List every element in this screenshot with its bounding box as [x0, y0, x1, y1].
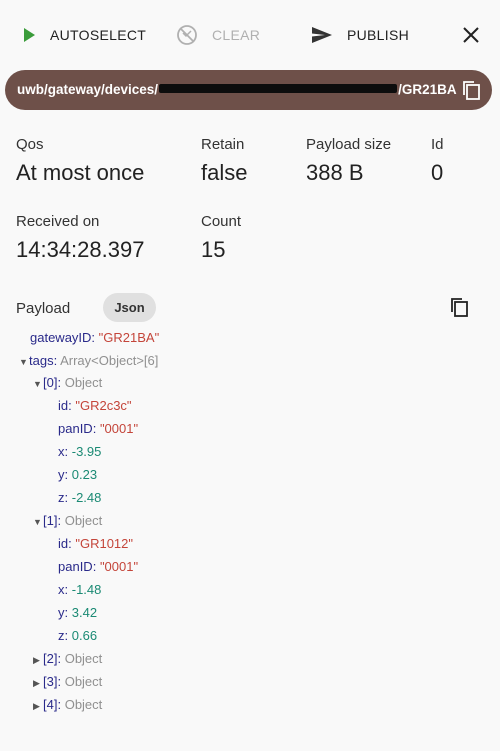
- key-tags: tags:: [29, 353, 58, 368]
- tree-row: x: -3.95: [58, 443, 101, 461]
- send-icon: [312, 27, 332, 43]
- tree-row-item-1[interactable]: ▼[1]: Object: [33, 512, 102, 530]
- redacted-segment: [159, 83, 398, 93]
- key-z: z:: [58, 628, 69, 643]
- key-id: id:: [58, 398, 72, 413]
- payload-size-label: Payload size: [306, 136, 392, 153]
- autoselect-button[interactable]: AUTOSELECT: [22, 22, 146, 48]
- key-item-4: [4]:: [43, 697, 62, 712]
- expanded-caret-icon: ▼: [19, 357, 28, 367]
- tree-row: panID: "0001": [58, 558, 138, 576]
- value-y: 3.42: [71, 605, 98, 620]
- meta-item-4: Object: [64, 697, 103, 712]
- value-panid: "0001": [99, 421, 139, 436]
- value-id: "GR2c3c": [75, 398, 132, 413]
- tree-row: x: -1.48: [58, 581, 101, 599]
- tree-row: panID: "0001": [58, 420, 138, 438]
- clear-icon: [177, 25, 197, 45]
- collapsed-caret-icon: ▶: [33, 655, 40, 665]
- copy-payload-icon[interactable]: [448, 296, 470, 318]
- received-on-label: Received on: [16, 213, 100, 230]
- publish-button[interactable]: PUBLISH: [311, 22, 409, 48]
- tree-row-gatewayid: gatewayID: "GR21BA": [30, 329, 159, 347]
- copy-topic-icon[interactable]: [460, 79, 482, 101]
- value-y: 0.23: [71, 467, 98, 482]
- value-z: -2.48: [71, 490, 102, 505]
- meta-item-2: Object: [64, 651, 103, 666]
- collapsed-caret-icon: ▶: [33, 701, 40, 711]
- tree-row: y: 3.42: [58, 604, 97, 622]
- key-y: y:: [58, 605, 69, 620]
- key-x: x:: [58, 444, 69, 459]
- play-icon: [24, 28, 35, 42]
- value-x: -3.95: [71, 444, 102, 459]
- count-value: 15: [201, 237, 226, 262]
- close-icon[interactable]: [460, 24, 482, 46]
- tree-row-item-0[interactable]: ▼[0]: Object: [33, 374, 102, 392]
- expanded-caret-icon: ▼: [33, 517, 42, 527]
- id-value: 0: [431, 160, 444, 185]
- tree-row: y: 0.23: [58, 466, 97, 484]
- value-panid: "0001": [99, 559, 139, 574]
- payload-size-value: 388 B: [306, 160, 364, 185]
- clear-button[interactable]: CLEAR: [176, 22, 260, 48]
- payload-label: Payload: [16, 300, 71, 317]
- topic-suffix: /GR21BA: [398, 82, 457, 97]
- key-y: y:: [58, 467, 69, 482]
- collapsed-caret-icon: ▶: [33, 678, 40, 688]
- key-gatewayid: gatewayID:: [30, 330, 96, 345]
- json-format-chip[interactable]: Json: [103, 293, 156, 322]
- key-item-3: [3]:: [43, 674, 62, 689]
- count-label: Count: [201, 213, 242, 230]
- id-label: Id: [431, 136, 444, 153]
- expanded-caret-icon: ▼: [33, 379, 42, 389]
- tree-row: id: "GR2c3c": [58, 397, 132, 415]
- tree-row: z: -2.48: [58, 489, 101, 507]
- publish-label: PUBLISH: [347, 27, 410, 43]
- retain-value: false: [201, 160, 248, 185]
- value-z: 0.66: [71, 628, 98, 643]
- value-id: "GR1012": [75, 536, 134, 551]
- key-panid: panID:: [58, 559, 97, 574]
- tree-row-item-3[interactable]: ▶ [3]: Object: [33, 673, 102, 691]
- meta-tags: Array<Object>[6]: [60, 353, 159, 368]
- tree-row-item-4[interactable]: ▶ [4]: Object: [33, 696, 102, 714]
- clear-label: CLEAR: [212, 27, 261, 43]
- autoselect-label: AUTOSELECT: [50, 27, 147, 43]
- topic-path: uwb/gateway/devices/ /GR21BA: [17, 82, 457, 97]
- meta-item-0: Object: [64, 375, 103, 390]
- key-item-0: [0]:: [43, 375, 62, 390]
- tree-row-tags[interactable]: ▼tags: Array<Object>[6]: [19, 352, 158, 370]
- topic-prefix: uwb/gateway/devices/: [17, 82, 159, 97]
- meta-item-3: Object: [64, 674, 103, 689]
- key-item-2: [2]:: [43, 651, 62, 666]
- topic-bar: uwb/gateway/devices/ /GR21BA: [5, 70, 492, 110]
- key-x: x:: [58, 582, 69, 597]
- received-on-value: 14:34:28.397: [16, 237, 145, 262]
- qos-value: At most once: [16, 160, 145, 185]
- key-panid: panID:: [58, 421, 97, 436]
- tree-row: id: "GR1012": [58, 535, 133, 553]
- value-gatewayid: "GR21BA": [98, 330, 160, 345]
- value-x: -1.48: [71, 582, 102, 597]
- meta-item-1: Object: [64, 513, 103, 528]
- retain-label: Retain: [201, 136, 245, 153]
- key-item-1: [1]:: [43, 513, 62, 528]
- tree-row-item-2[interactable]: ▶ [2]: Object: [33, 650, 102, 668]
- tree-row: z: 0.66: [58, 627, 97, 645]
- toolbar: AUTOSELECT CLEAR PUBLISH: [0, 0, 500, 68]
- key-id: id:: [58, 536, 72, 551]
- qos-label: Qos: [16, 136, 44, 153]
- key-z: z:: [58, 490, 69, 505]
